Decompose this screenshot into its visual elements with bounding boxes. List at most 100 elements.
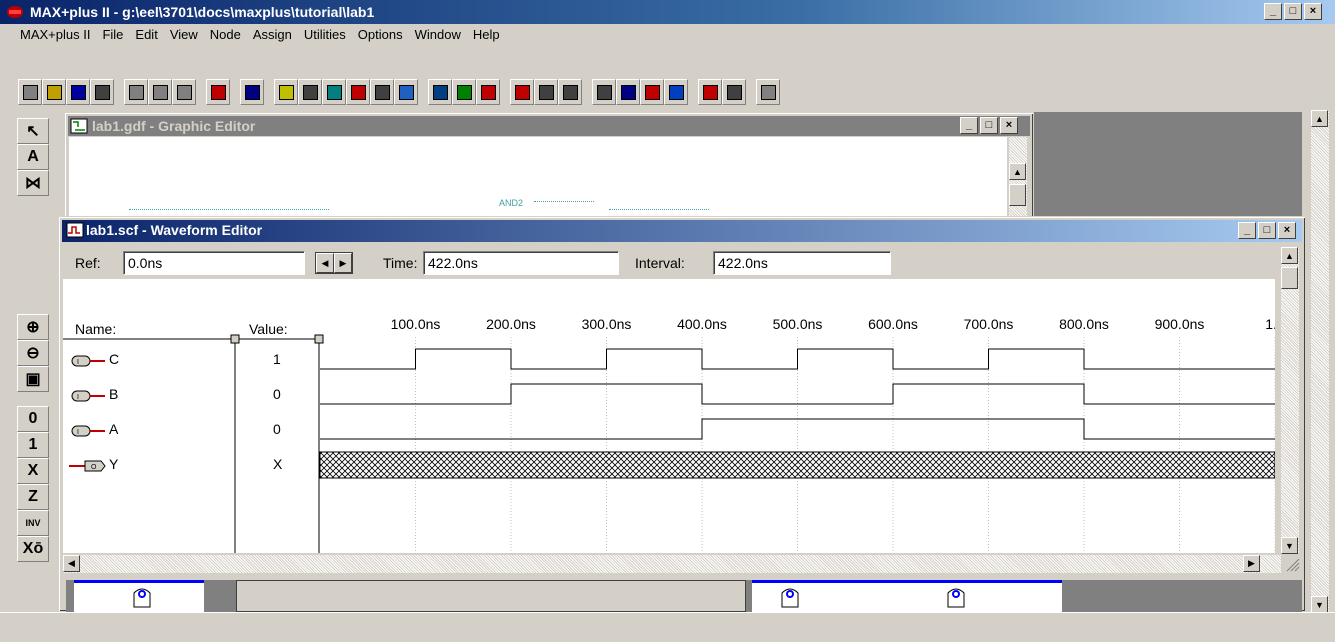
maxplus-app-icon[interactable] bbox=[6, 5, 24, 19]
we-scroll-right-button[interactable]: ▶ bbox=[1243, 555, 1260, 572]
ge-scroll-up-button[interactable]: ▲ bbox=[1009, 163, 1026, 180]
zoom-out-icon[interactable]: ⊖ bbox=[17, 340, 49, 366]
we-close-button[interactable]: × bbox=[1278, 222, 1296, 239]
grid-off-icon[interactable] bbox=[756, 79, 780, 105]
cut-icon[interactable] bbox=[124, 79, 148, 105]
menu-file[interactable]: File bbox=[102, 27, 123, 42]
minimize-button[interactable]: _ bbox=[1264, 3, 1282, 20]
waveform-c[interactable] bbox=[320, 348, 1275, 370]
library-icon[interactable] bbox=[370, 79, 394, 105]
name-column-handle[interactable] bbox=[230, 334, 240, 344]
save-all-icon[interactable] bbox=[592, 79, 616, 105]
we-vertical-scrollbar[interactable]: ▲ ▼ bbox=[1281, 247, 1299, 554]
find-next-icon[interactable] bbox=[664, 79, 688, 105]
time-tick-label: 300.0ns bbox=[582, 316, 632, 332]
left-toolbar: ↖ A ⋈ ⊕ ⊖ ▣ 0 1 X Z INV Xō bbox=[0, 110, 64, 612]
scroll-down-button[interactable]: ▼ bbox=[1311, 596, 1328, 613]
floorplan-icon[interactable] bbox=[346, 79, 370, 105]
find-node-icon[interactable] bbox=[698, 79, 722, 105]
find-icon[interactable] bbox=[616, 79, 640, 105]
we-horizontal-scrollbar[interactable]: ◀ ▶ bbox=[63, 555, 1281, 573]
programmer-icon[interactable] bbox=[558, 79, 582, 105]
print-icon[interactable] bbox=[90, 79, 114, 105]
overwrite-clock-icon[interactable]: Xō bbox=[17, 536, 49, 562]
high-level-icon[interactable]: 1 bbox=[17, 432, 49, 458]
save-icon[interactable] bbox=[66, 79, 90, 105]
text-tool-icon[interactable]: A bbox=[17, 144, 49, 170]
project-save-simulate-icon[interactable] bbox=[510, 79, 534, 105]
node-connect-icon[interactable]: ⋈ bbox=[17, 170, 49, 196]
selection-pointer-icon[interactable]: ↖ bbox=[17, 118, 49, 144]
we-maximize-button[interactable]: □ bbox=[1258, 222, 1276, 239]
help-pointer-icon[interactable] bbox=[240, 79, 264, 105]
graphic-editor-title: lab1.gdf - Graphic Editor bbox=[92, 118, 256, 134]
ge-vertical-scrollbar[interactable]: ▲ bbox=[1009, 137, 1027, 217]
interval-field[interactable]: 422.0ns bbox=[713, 251, 891, 275]
find-backward-icon[interactable] bbox=[640, 79, 664, 105]
waveform-canvas[interactable]: 100.0ns 200.0ns 300.0ns 400.0ns 500.0ns 600.0… bbox=[63, 279, 1275, 553]
ge-scroll-thumb[interactable] bbox=[1009, 184, 1026, 206]
menu-utilities[interactable]: Utilities bbox=[304, 27, 346, 42]
obscured-dialog bbox=[236, 580, 746, 612]
and2-gate-label: AND2 bbox=[499, 198, 524, 208]
project-save-check-icon[interactable] bbox=[452, 79, 476, 105]
menu-assign[interactable]: Assign bbox=[253, 27, 292, 42]
time-field[interactable]: 422.0ns bbox=[423, 251, 619, 275]
hierarchy-up-icon[interactable] bbox=[274, 79, 298, 105]
menu-options[interactable]: Options bbox=[358, 27, 403, 42]
close-button[interactable]: × bbox=[1304, 3, 1322, 20]
maximize-button[interactable]: □ bbox=[1284, 3, 1302, 20]
high-impedance-icon[interactable]: Z bbox=[17, 484, 49, 510]
fit-window-icon[interactable]: ▣ bbox=[17, 366, 49, 392]
signal-name-b[interactable]: B bbox=[109, 386, 118, 402]
signal-value-b: 0 bbox=[273, 386, 281, 402]
dont-care-icon[interactable]: X bbox=[17, 458, 49, 484]
we-scroll-down-button[interactable]: ▼ bbox=[1281, 537, 1298, 554]
hierarchy-icon[interactable] bbox=[298, 79, 322, 105]
ge-minimize-button[interactable]: _ bbox=[960, 117, 978, 134]
signal-name-c[interactable]: C bbox=[109, 351, 119, 367]
menu-window[interactable]: Window bbox=[415, 27, 461, 42]
signal-name-a[interactable]: A bbox=[109, 421, 118, 437]
waveform-editor-icon bbox=[66, 222, 84, 238]
low-level-icon[interactable]: 0 bbox=[17, 406, 49, 432]
ref-field[interactable]: 0.0ns bbox=[123, 251, 305, 275]
ref-prev-button[interactable]: ◀ bbox=[316, 253, 334, 273]
zoom-in-icon[interactable]: ⊕ bbox=[17, 314, 49, 340]
invert-icon[interactable]: INV bbox=[17, 510, 49, 536]
value-column-handle[interactable] bbox=[314, 334, 324, 344]
obscured-symbol-1 bbox=[74, 580, 204, 612]
signal-name-y[interactable]: Y bbox=[109, 456, 118, 472]
ge-close-button[interactable]: × bbox=[1000, 117, 1018, 134]
timing-analyzer-icon[interactable] bbox=[534, 79, 558, 105]
size-grip[interactable] bbox=[1281, 555, 1303, 573]
ge-maximize-button[interactable]: □ bbox=[980, 117, 998, 134]
menu-help[interactable]: Help bbox=[473, 27, 500, 42]
undo-icon[interactable] bbox=[206, 79, 230, 105]
symbol-icon[interactable] bbox=[394, 79, 418, 105]
grid-icon[interactable] bbox=[722, 79, 746, 105]
open-file-icon[interactable] bbox=[42, 79, 66, 105]
we-minimize-button[interactable]: _ bbox=[1238, 222, 1256, 239]
scroll-up-button[interactable]: ▲ bbox=[1311, 110, 1328, 127]
menu-max-plus-ii[interactable]: MAX+plus II bbox=[20, 27, 90, 42]
project-save-compile-icon[interactable] bbox=[476, 79, 500, 105]
we-scroll-up-button[interactable]: ▲ bbox=[1281, 247, 1298, 264]
menu-view[interactable]: View bbox=[170, 27, 198, 42]
obscured-windows-strip bbox=[66, 580, 1302, 612]
compile-icon[interactable] bbox=[428, 79, 452, 105]
graphic-canvas[interactable]: AND2 bbox=[69, 137, 1007, 217]
menu-edit[interactable]: Edit bbox=[135, 27, 157, 42]
open-editor-icon[interactable] bbox=[322, 79, 346, 105]
waveform-y-undefined[interactable] bbox=[319, 451, 1275, 479]
we-scroll-thumb[interactable] bbox=[1281, 267, 1298, 289]
we-scroll-left-button[interactable]: ◀ bbox=[63, 555, 80, 572]
waveform-area[interactable]: 100.0ns 200.0ns 300.0ns 400.0ns 500.0ns 600.0… bbox=[63, 279, 1275, 553]
new-file-icon[interactable] bbox=[18, 79, 42, 105]
paste-icon[interactable] bbox=[172, 79, 196, 105]
main-vertical-scrollbar[interactable]: ▲ ▼ bbox=[1311, 110, 1329, 613]
copy-icon[interactable] bbox=[148, 79, 172, 105]
menu-node[interactable]: Node bbox=[210, 27, 241, 42]
graphic-editor-title-bar: lab1.gdf - Graphic Editor _ □ × bbox=[68, 116, 1030, 136]
ref-next-button[interactable]: ▶ bbox=[334, 253, 352, 273]
